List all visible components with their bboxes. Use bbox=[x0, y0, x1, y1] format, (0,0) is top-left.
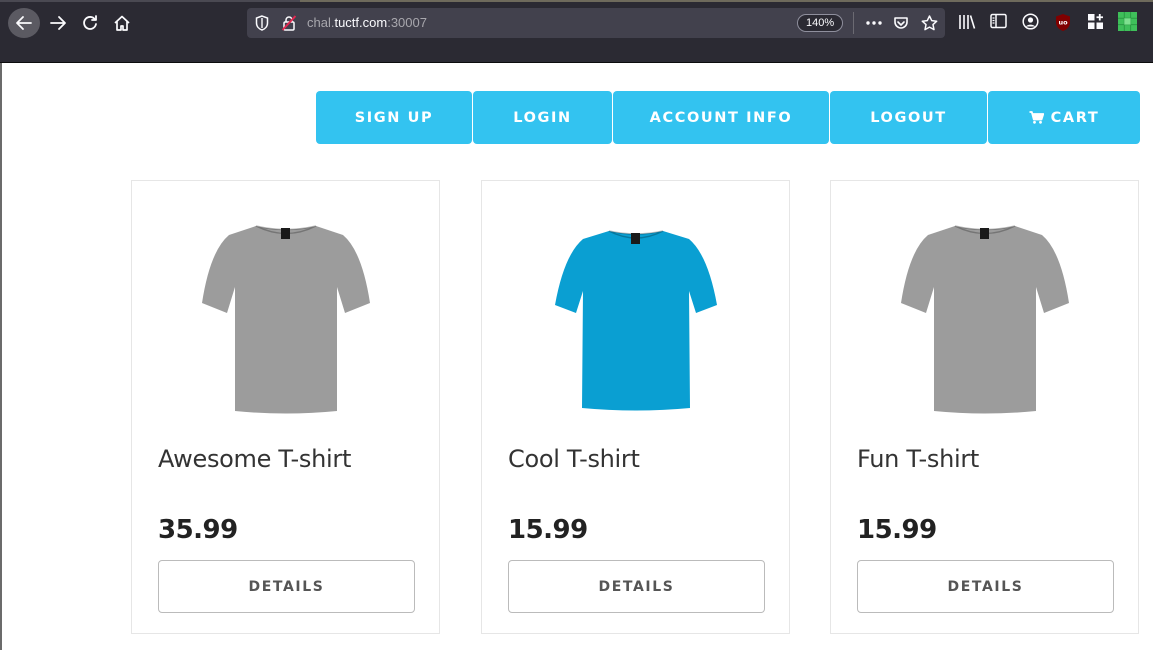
account-info-button[interactable]: ACCOUNT INFO bbox=[613, 91, 829, 144]
extension-green-icon[interactable] bbox=[1118, 12, 1137, 31]
product-image[interactable] bbox=[482, 211, 789, 431]
logout-button[interactable]: LOGOUT bbox=[830, 91, 987, 144]
url-text[interactable]: chal.tuctf.com:30007 bbox=[307, 15, 427, 30]
toolbar-border bbox=[0, 62, 1153, 63]
product-price: 15.99 bbox=[508, 515, 588, 545]
tab-strip-edge bbox=[0, 0, 1153, 2]
pocket-icon[interactable] bbox=[893, 15, 909, 31]
extensions-grid-icon[interactable] bbox=[1087, 13, 1104, 30]
url-prefix: chal. bbox=[307, 15, 335, 30]
cart-button[interactable]: CART bbox=[988, 91, 1140, 144]
address-bar[interactable]: chal.tuctf.com:30007 140% bbox=[247, 8, 945, 38]
product-card: Fun T-shirt 15.99 DETAILS bbox=[830, 180, 1139, 634]
cart-label: CART bbox=[1050, 109, 1100, 126]
page-actions-icon[interactable] bbox=[865, 15, 883, 31]
tracking-shield-icon[interactable] bbox=[255, 15, 269, 31]
back-button[interactable] bbox=[8, 8, 40, 38]
tab-strip-accent bbox=[300, 0, 1153, 2]
window-left-edge bbox=[0, 63, 2, 650]
reload-button[interactable] bbox=[75, 9, 105, 37]
details-button[interactable]: DETAILS bbox=[857, 560, 1114, 613]
insecure-lock-icon[interactable] bbox=[282, 15, 296, 31]
arrow-left-icon bbox=[16, 16, 32, 30]
home-button[interactable] bbox=[107, 9, 137, 37]
tshirt-graphic bbox=[202, 225, 370, 414]
product-image[interactable] bbox=[132, 211, 439, 431]
sidebar-icon[interactable] bbox=[990, 13, 1007, 29]
product-card: Awesome T-shirt 35.99 DETAILS bbox=[131, 180, 440, 634]
zoom-level-badge[interactable]: 140% bbox=[797, 14, 844, 32]
product-name: Fun T-shirt bbox=[857, 445, 980, 473]
browser-toolbar: chal.tuctf.com:30007 140% uo bbox=[0, 0, 1153, 62]
product-image[interactable] bbox=[831, 211, 1138, 431]
forward-button[interactable] bbox=[43, 9, 73, 37]
account-icon[interactable] bbox=[1022, 13, 1039, 30]
bookmark-star-icon[interactable] bbox=[921, 15, 938, 31]
tshirt-graphic bbox=[555, 230, 717, 411]
product-name: Cool T-shirt bbox=[508, 445, 640, 473]
url-port: :30007 bbox=[387, 15, 427, 30]
login-button[interactable]: LOGIN bbox=[473, 91, 612, 144]
home-icon bbox=[114, 15, 130, 31]
reload-icon bbox=[83, 15, 97, 30]
shopping-cart-icon bbox=[1029, 111, 1044, 124]
product-price: 35.99 bbox=[158, 515, 238, 545]
tshirt-graphic bbox=[901, 225, 1069, 414]
url-host: tuctf.com bbox=[334, 15, 388, 30]
sign-up-button[interactable]: SIGN UP bbox=[316, 91, 472, 144]
product-price: 15.99 bbox=[857, 515, 937, 545]
details-button[interactable]: DETAILS bbox=[158, 560, 415, 613]
ublock-origin-icon[interactable]: uo bbox=[1054, 13, 1072, 32]
urlbar-divider bbox=[853, 12, 854, 34]
product-card: Cool T-shirt 15.99 DETAILS bbox=[481, 180, 790, 634]
arrow-right-icon bbox=[50, 16, 66, 30]
product-name: Awesome T-shirt bbox=[158, 445, 352, 473]
details-button[interactable]: DETAILS bbox=[508, 560, 765, 613]
library-icon[interactable] bbox=[958, 13, 976, 31]
extension-badge: uo bbox=[1058, 19, 1068, 27]
